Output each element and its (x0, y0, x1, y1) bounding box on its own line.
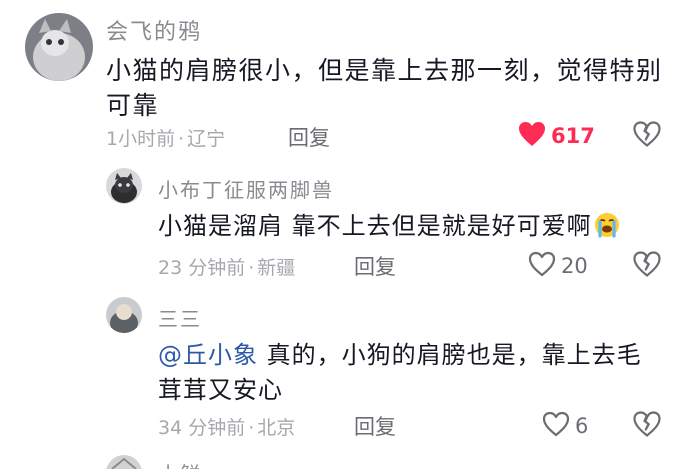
comment-time: 1小时前 (106, 128, 176, 150)
heart-filled-icon (518, 121, 546, 151)
comment-like-count: 617 (551, 124, 595, 148)
comment-reply-button[interactable]: 回复 (288, 122, 330, 152)
comment-like-button[interactable]: 617 (518, 121, 595, 151)
commenter-username[interactable]: 会飞的鸦 (106, 14, 202, 46)
reply-username[interactable]: 三三 (158, 303, 202, 332)
reply-dislike-button[interactable] (633, 411, 661, 441)
mention-link[interactable]: @丘小象 (158, 341, 258, 369)
reply-username[interactable]: 小鲜 (158, 458, 202, 469)
reply-text: 小猫是溜肩 靠不上去但是就是好可爱啊 (158, 209, 678, 248)
reply-like-button[interactable]: 6 (542, 411, 588, 441)
comment-location: 辽宁 (187, 128, 226, 150)
comment-dislike-button[interactable] (633, 121, 661, 151)
heart-outline-icon (528, 251, 556, 281)
heart-outline-icon (542, 411, 570, 441)
broken-heart-icon (633, 121, 661, 151)
reply-avatar[interactable] (106, 297, 142, 333)
broken-heart-icon (633, 251, 661, 281)
reply-dislike-button[interactable] (633, 251, 661, 281)
reply-like-count: 20 (561, 254, 588, 278)
reply-avatar[interactable] (106, 455, 142, 469)
reply-text-content: 小猫是溜肩 靠不上去但是就是好可爱啊 (158, 212, 592, 240)
reply-location: 北京 (257, 417, 296, 439)
reply-reply-button[interactable]: 回复 (354, 411, 396, 441)
loudly-crying-face-icon (594, 212, 620, 248)
reply-time: 23 分钟前 (158, 257, 246, 279)
comment-meta: 1小时前 · 辽宁 (106, 128, 226, 150)
reply-like-button[interactable]: 20 (528, 251, 588, 281)
reply-reply-button[interactable]: 回复 (354, 251, 396, 281)
commenter-avatar[interactable] (25, 13, 93, 81)
reply-text: @丘小象 真的，小狗的肩膀也是，靠上去毛茸茸又安心 (158, 338, 658, 408)
broken-heart-icon (633, 411, 661, 441)
reply-meta: 34 分钟前 · 北京 (158, 417, 296, 439)
reply-avatar[interactable] (106, 168, 142, 204)
reply-location: 新疆 (257, 257, 296, 279)
reply-time: 34 分钟前 (158, 417, 246, 439)
comment-text: 小猫的肩膀很小，但是靠上去那一刻，觉得特别可靠 (106, 56, 663, 120)
reply-meta: 23 分钟前 · 新疆 (158, 257, 296, 279)
reply-username[interactable]: 小布丁征服两脚兽 (158, 174, 334, 203)
reply-like-count: 6 (575, 414, 589, 438)
